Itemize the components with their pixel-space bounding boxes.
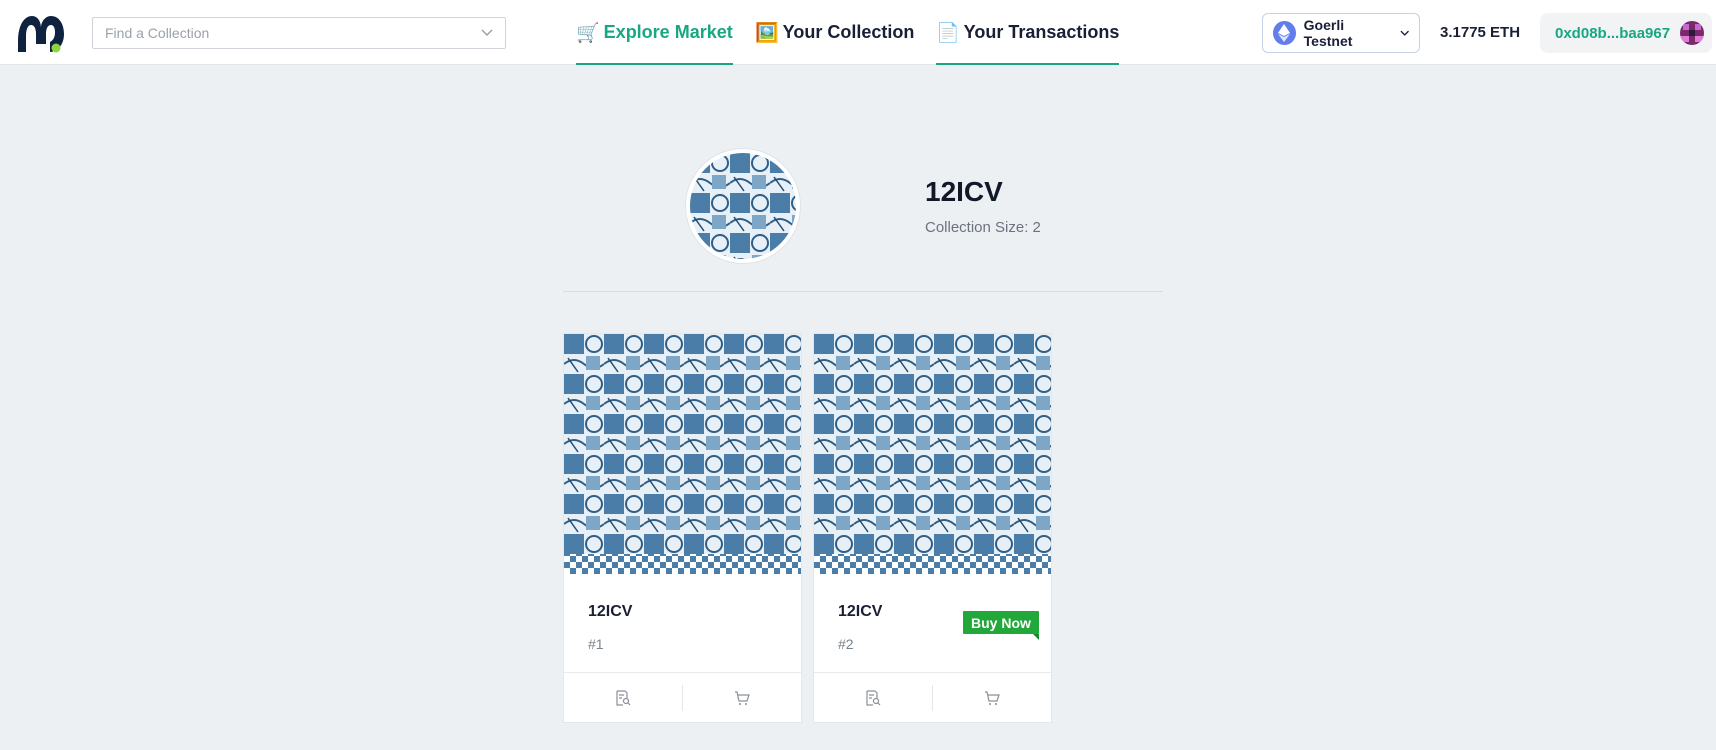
collection-avatar [686,149,800,263]
nft-card[interactable]: 12ICV #2 Buy Now [813,333,1052,723]
picture-emoji-icon: 🖼️ [755,22,779,44]
card-actions [814,672,1051,722]
eth-balance: 3.1775 ETH [1440,24,1521,41]
avatar [1680,21,1704,45]
nft-artwork[interactable] [564,334,801,574]
document-emoji-icon: 📄 [936,22,960,44]
tab-your-transactions-label: Your Transactions [963,22,1120,42]
network-selector[interactable]: Goerli Testnet [1262,13,1420,53]
add-to-cart-button[interactable] [933,673,1051,722]
tab-explore-market[interactable]: 🛒 Explore Market [576,0,733,65]
collection-search-input[interactable]: Find a Collection [92,17,506,49]
view-details-button[interactable] [814,673,932,722]
collection-size: Collection Size: 2 [925,219,1041,236]
m-logo-icon[interactable] [14,12,68,54]
nft-title: 12ICV [588,603,633,620]
nft-token-id: #2 [838,636,854,652]
tab-underline [936,63,1120,65]
top-navigation-bar: Find a Collection 🛒 Explore Market 🖼️ Yo… [0,0,1716,65]
nft-card[interactable]: 12ICV #1 [563,333,802,723]
tab-your-collection-label: Your Collection [782,22,915,42]
active-tab-indicator [576,63,733,65]
nft-token-id: #1 [588,636,604,652]
search-placeholder: Find a Collection [105,25,210,41]
card-actions [564,672,801,722]
collection-title: 12ICV [925,176,1003,207]
cart-emoji-icon: 🛒 [576,22,600,44]
document-search-icon [616,689,631,706]
nft-title: 12ICV [838,603,883,620]
tab-explore-market-label: Explore Market [603,22,733,42]
ethereum-icon [1273,21,1296,45]
document-search-icon [866,689,881,706]
add-to-cart-button[interactable] [683,673,801,722]
cart-icon [735,690,750,705]
network-label: Goerli Testnet [1303,17,1353,49]
account-button[interactable]: 0xd08b...baa967 [1540,13,1712,53]
view-details-button[interactable] [564,673,682,722]
cart-icon [985,690,1000,705]
chevron-down-icon[interactable] [481,29,493,37]
chevron-down-icon [1400,30,1409,36]
buy-now-button[interactable]: Buy Now [963,611,1039,640]
account-address: 0xd08b...baa967 [1555,24,1671,42]
tab-your-transactions[interactable]: 📄 Your Transactions [936,0,1120,65]
section-divider [563,291,1163,292]
nft-artwork[interactable] [814,334,1051,574]
tab-your-collection[interactable]: 🖼️ Your Collection [755,0,914,65]
